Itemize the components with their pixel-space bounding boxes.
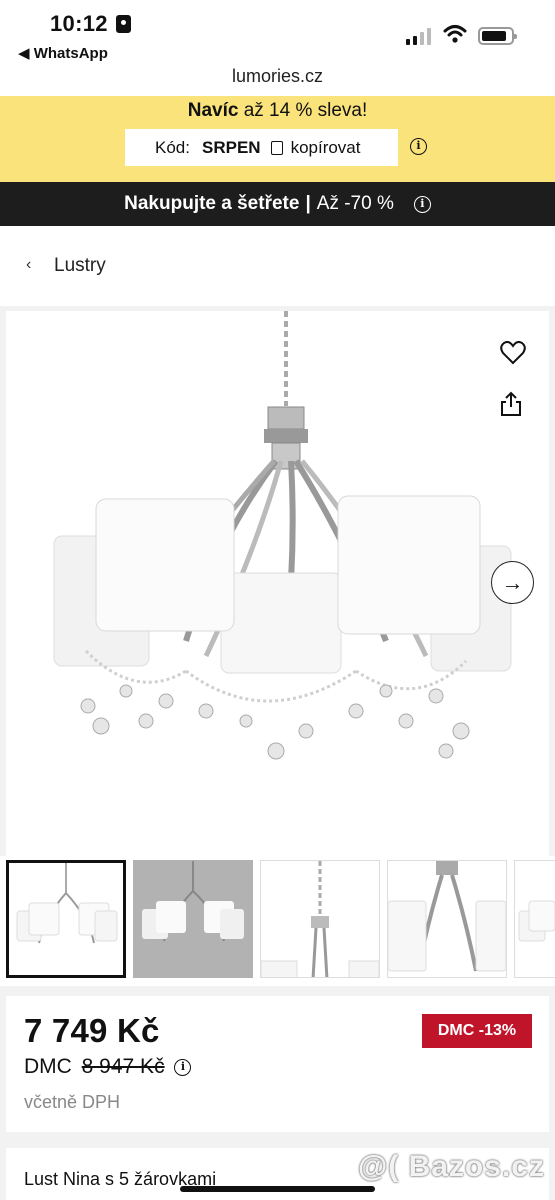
- banner-text: Až -70 %: [316, 193, 394, 214]
- vat-note: včetně DPH: [24, 1092, 121, 1112]
- banner-separator: |: [305, 193, 311, 214]
- cellular-signal-icon: [406, 28, 431, 45]
- thumbnail-strip[interactable]: [0, 856, 555, 986]
- dmc-price: 8 947 Kč: [81, 1055, 165, 1078]
- product-image: [53, 311, 512, 760]
- wifi-icon: [443, 25, 467, 43]
- promo-bar: Navíc až 14 % sleva! Kód: SRPEN kopírova…: [0, 96, 555, 182]
- sale-banner[interactable]: Nakupujte a šetřete | Až -70 % i: [0, 182, 555, 226]
- product-gallery[interactable]: →: [6, 311, 549, 856]
- dmc-label: DMC: [24, 1055, 72, 1078]
- thumbnail-image: [518, 900, 555, 942]
- promo-headline: Navíc až 14 % sleva!: [0, 100, 555, 122]
- url-text: lumories.cz: [231, 66, 324, 86]
- discount-badge: DMC -13%: [422, 1014, 532, 1048]
- address-bar[interactable]: lumories.cz: [0, 62, 555, 96]
- next-image-button[interactable]: →: [491, 561, 534, 604]
- promo-bold: Navíc: [187, 100, 239, 121]
- code-label: Kód:: [155, 137, 190, 157]
- thumbnail[interactable]: [6, 860, 126, 978]
- current-price: 7 749 Kč: [24, 1012, 160, 1049]
- breadcrumb[interactable]: ‹ Lustry: [0, 226, 555, 306]
- thumbnail[interactable]: [133, 860, 253, 978]
- promo-code: SRPEN: [201, 137, 261, 157]
- thumbnail[interactable]: [514, 860, 555, 978]
- copy-button[interactable]: kopírovat: [291, 138, 361, 158]
- info-icon[interactable]: i: [174, 1059, 192, 1076]
- clock: 10:12: [50, 11, 108, 36]
- home-indicator[interactable]: [180, 1186, 375, 1192]
- heart-icon[interactable]: [500, 341, 526, 365]
- breadcrumb-label[interactable]: Lustry: [54, 255, 106, 277]
- status-bar: 10:12 ◀ WhatsApp: [0, 0, 555, 62]
- back-to-app-link[interactable]: ◀ WhatsApp: [18, 44, 108, 62]
- promo-text: až 14 % sleva!: [238, 100, 368, 121]
- promo-code-box[interactable]: Kód: SRPEN kopírovat: [125, 129, 398, 166]
- info-icon[interactable]: i: [413, 195, 431, 213]
- recommended-price: DMC 8 947 Kč i: [24, 1055, 192, 1079]
- price-block: 7 749 Kč DMC 8 947 Kč i včetně DPH DMC -…: [6, 996, 549, 1132]
- thumbnail[interactable]: [387, 860, 507, 978]
- thumbnail[interactable]: [260, 860, 380, 978]
- chevron-left-icon: ‹: [26, 256, 32, 273]
- thumbnail-image: [388, 861, 506, 972]
- battery-icon: [478, 27, 517, 45]
- banner-bold: Nakupujte a šetřete: [124, 193, 300, 214]
- watermark: @( Bazos.cz: [358, 1150, 545, 1183]
- thumbnail-image: [142, 861, 244, 942]
- info-icon[interactable]: i: [410, 138, 427, 155]
- thumbnail-image: [261, 861, 379, 977]
- thumbnail-image: [16, 863, 118, 944]
- arrow-right-icon: →: [501, 569, 524, 595]
- contact-card-icon: [116, 15, 131, 33]
- share-icon[interactable]: [500, 391, 522, 417]
- copy-icon[interactable]: [270, 140, 283, 155]
